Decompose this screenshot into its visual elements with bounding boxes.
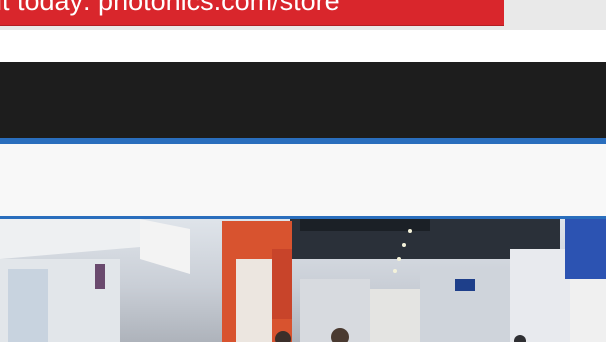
right-booth-wall [570, 279, 606, 342]
red-booth-panel [236, 259, 272, 342]
booth-panel [8, 269, 48, 342]
hero-image[interactable] [0, 216, 606, 342]
blue-banner [565, 219, 606, 279]
ceiling-light [397, 257, 401, 261]
header-spacer [0, 30, 606, 62]
promo-banner[interactable]: it today: photonics.com/store [0, 0, 504, 26]
booth-canopy [0, 219, 140, 259]
main-navigation-bar [0, 62, 606, 138]
booth-sign [95, 264, 105, 289]
ceiling-light [393, 269, 397, 273]
right-booth [510, 249, 570, 342]
ceiling-light [408, 229, 412, 233]
trade-show-photo [0, 219, 606, 342]
ceiling-light [402, 243, 406, 247]
booth-banner [140, 219, 190, 274]
page: it today: photonics.com/store [0, 0, 606, 342]
center-booth [370, 289, 420, 342]
promo-banner-text: it today: photonics.com/store [0, 0, 340, 16]
booth-sign [455, 279, 475, 291]
top-strip: it today: photonics.com/store [0, 0, 606, 30]
content-spacer [0, 144, 606, 216]
red-booth-column [272, 249, 292, 319]
